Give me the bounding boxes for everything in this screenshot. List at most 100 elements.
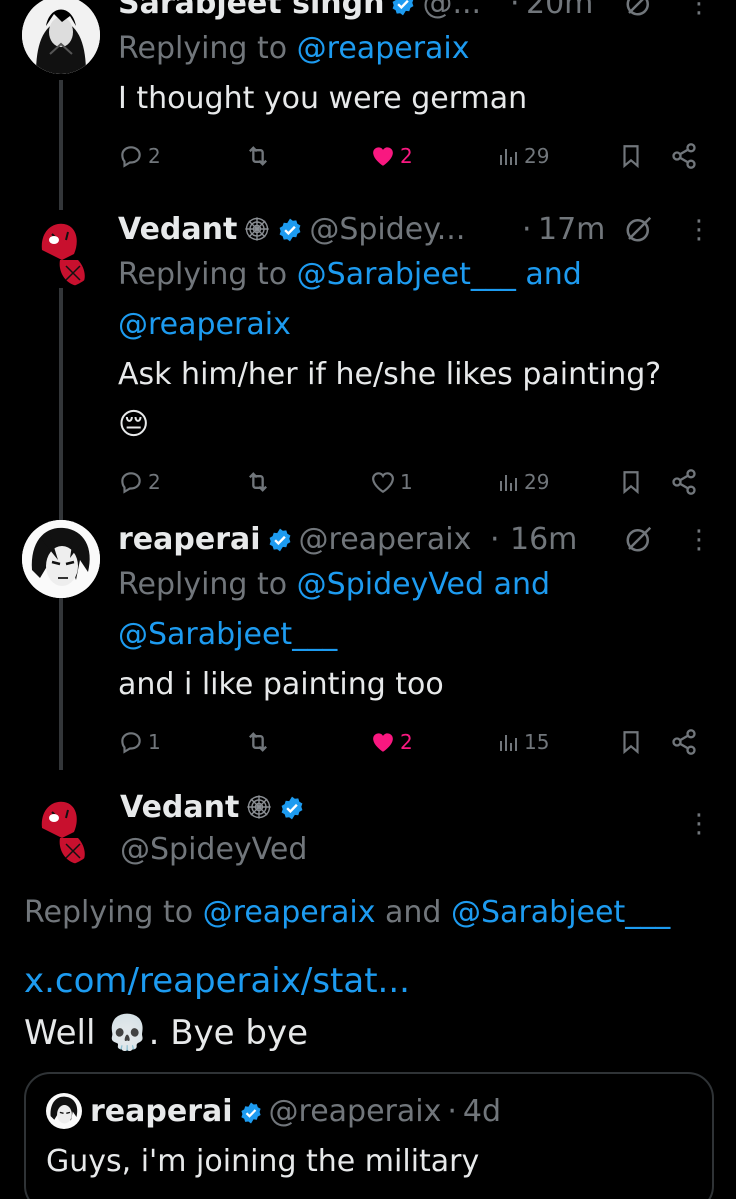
- avatar-sarabjeet[interactable]: [22, 0, 100, 74]
- separator: ·: [490, 522, 500, 557]
- handle[interactable]: @...: [422, 0, 481, 21]
- retweet-button[interactable]: [244, 722, 272, 762]
- more-icon[interactable]: ⋮: [686, 0, 712, 24]
- mention-link[interactable]: @Sarabjeet___: [118, 617, 337, 652]
- bookmark-icon: [618, 469, 644, 495]
- bookmark-icon: [618, 729, 644, 755]
- retweet-button[interactable]: [244, 462, 272, 502]
- bookmark-icon: [618, 143, 644, 169]
- share-button[interactable]: [670, 722, 698, 762]
- retweet-button[interactable]: [244, 136, 272, 176]
- bookmark-button[interactable]: [618, 722, 644, 762]
- timestamp[interactable]: 20m: [526, 0, 593, 24]
- reply-count: 2: [148, 144, 161, 168]
- views-button[interactable]: 29: [496, 136, 549, 176]
- replying-prefix: Replying to: [118, 31, 297, 66]
- cobweb-icon: [243, 214, 271, 254]
- replying-prefix: Replying to: [118, 567, 297, 602]
- mention-link[interactable]: @reaperaix: [203, 895, 376, 930]
- share-button[interactable]: [670, 136, 698, 176]
- action-bar: 2 1 29: [118, 462, 706, 502]
- views-button[interactable]: 15: [496, 722, 549, 762]
- views-count: 29: [524, 470, 550, 494]
- share-icon: [670, 142, 698, 170]
- avatar-vedant[interactable]: [22, 788, 100, 866]
- skull-emoji: 💀: [106, 1013, 149, 1053]
- share-button[interactable]: [670, 462, 698, 502]
- grok-icon[interactable]: [624, 524, 654, 565]
- reply-icon: [118, 143, 144, 169]
- retweet-icon: [244, 142, 272, 170]
- verified-badge-icon: [239, 1092, 263, 1140]
- quote-text: Guys, i'm joining the military: [46, 1144, 480, 1179]
- avatar-vedant[interactable]: [22, 210, 100, 288]
- grok-icon[interactable]: [624, 0, 654, 29]
- mention-link[interactable]: @Sarabjeet___: [297, 257, 516, 292]
- tweet-header: reaperai @reaperaix · 16m ⋮: [118, 520, 712, 560]
- and-text: and: [484, 567, 551, 602]
- more-icon[interactable]: ⋮: [686, 520, 712, 560]
- quote-display-name: reaperai: [90, 1094, 233, 1129]
- views-icon: [496, 144, 520, 168]
- handle[interactable]: @reaperaix: [299, 522, 472, 557]
- replying-to: Replying to @SpideyVed and @Sarabjeet___: [118, 560, 706, 660]
- timestamp[interactable]: 16m: [510, 520, 577, 560]
- main-tweet-text: Well 💀. Bye bye: [24, 1008, 308, 1058]
- replying-to: Replying to @Sarabjeet___ and @reaperaix: [118, 250, 706, 350]
- more-icon[interactable]: ⋮: [686, 210, 712, 250]
- separator: ·: [522, 212, 532, 247]
- retweet-icon: [244, 728, 272, 756]
- share-icon: [670, 468, 698, 496]
- tweet-vedant-reply[interactable]: Vedant @Spidey... · 17m ⋮ Replying to @Sar…: [0, 210, 736, 510]
- bookmark-button[interactable]: [618, 136, 644, 176]
- tweet-header: Sarabjeet singh @... · 20m ⋮: [118, 0, 712, 24]
- quote-handle: @reaperaix: [268, 1094, 442, 1129]
- views-icon: [496, 470, 520, 494]
- and-text: and: [375, 895, 452, 930]
- quoted-tweet[interactable]: reaperai @reaperaix · 4d Guys, i'm joining …: [24, 1072, 714, 1199]
- tweet-text: Ask him/her if he/she likes painting?: [118, 357, 662, 392]
- tweet-reaperai-reply[interactable]: reaperai @reaperaix · 16m ⋮ Replying to @S…: [0, 520, 736, 770]
- heart-icon: [370, 143, 396, 169]
- mention-link[interactable]: @reaperaix: [297, 31, 470, 66]
- mention-link[interactable]: @reaperaix: [118, 307, 291, 342]
- more-icon[interactable]: ⋮: [686, 804, 712, 844]
- tweet-text: I thought you were german: [118, 81, 528, 116]
- mention-link[interactable]: @Sarabjeet___: [451, 895, 670, 930]
- display-name[interactable]: Sarabjeet singh: [118, 0, 384, 21]
- reply-button[interactable]: 1: [118, 722, 161, 762]
- action-bar: 2 2 29: [118, 136, 706, 176]
- reply-count: 1: [148, 730, 161, 754]
- display-name[interactable]: Vedant: [120, 790, 239, 825]
- tweet-header: Vedant ⋮: [120, 788, 712, 839]
- reply-button[interactable]: 2: [118, 136, 161, 176]
- timestamp[interactable]: 17m: [538, 210, 605, 250]
- views-button[interactable]: 29: [496, 462, 549, 502]
- replying-to: Replying to @reaperaix and @Sarabjeet___: [24, 888, 670, 938]
- handle[interactable]: @SpideyVed: [120, 828, 706, 872]
- reply-icon: [118, 469, 144, 495]
- heart-icon: [370, 729, 396, 755]
- like-button[interactable]: 2: [370, 136, 413, 176]
- reply-icon: [118, 729, 144, 755]
- retweet-icon: [244, 468, 272, 496]
- handle[interactable]: @Spidey...: [309, 212, 465, 247]
- tweet-sarabjeet[interactable]: Sarabjeet singh @... · 20m ⋮ Replying to @…: [0, 0, 736, 195]
- quote-timestamp: 4d: [462, 1094, 502, 1129]
- display-name[interactable]: reaperai: [118, 522, 261, 557]
- like-button[interactable]: 2: [370, 722, 413, 762]
- mention-link[interactable]: @SpideyVed: [297, 567, 484, 602]
- bookmark-button[interactable]: [618, 462, 644, 502]
- text-after: . Bye bye: [148, 1013, 309, 1053]
- display-name[interactable]: Vedant: [118, 212, 237, 247]
- grok-icon[interactable]: [624, 214, 654, 255]
- reply-button[interactable]: 2: [118, 462, 161, 502]
- verified-badge-icon: [267, 524, 293, 564]
- reply-count: 2: [148, 470, 161, 494]
- avatar-reaperai[interactable]: [22, 520, 100, 598]
- like-count: 1: [400, 470, 413, 494]
- views-icon: [496, 730, 520, 754]
- quote-header: reaperai @reaperaix · 4d: [46, 1088, 501, 1140]
- like-button[interactable]: 1: [370, 462, 413, 502]
- status-link[interactable]: x.com/reaperaix/stat...: [24, 956, 410, 1006]
